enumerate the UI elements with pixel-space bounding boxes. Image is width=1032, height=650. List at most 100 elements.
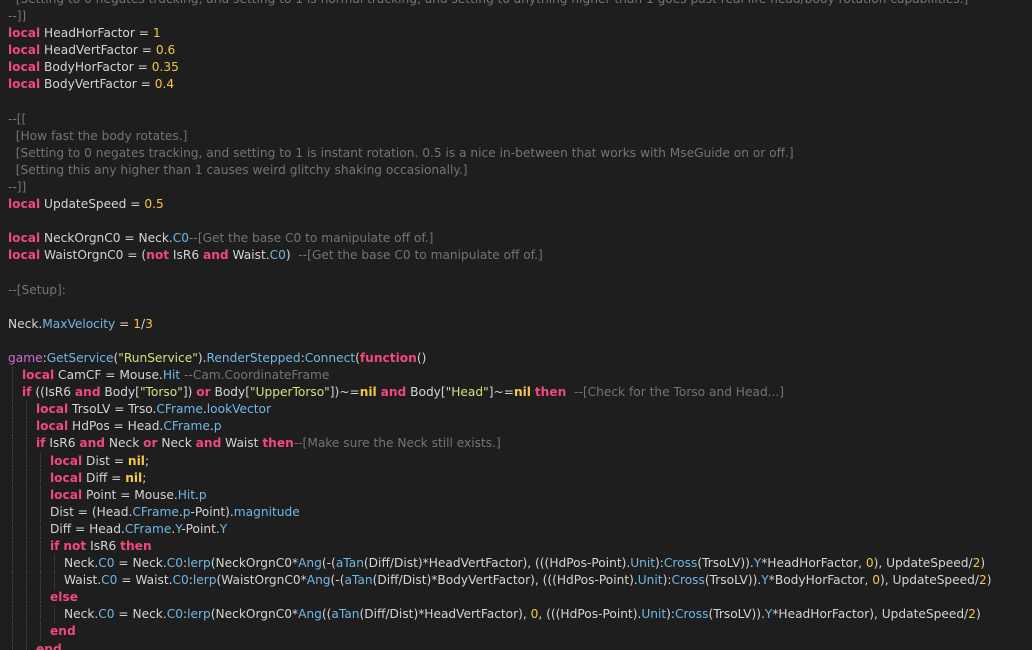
code-token: (WaistOrgnC0* xyxy=(216,573,307,588)
code-line[interactable]: [How fast the body rotates.] xyxy=(0,128,1032,145)
code-line[interactable]: local Point = Mouse.Hit.p xyxy=(0,486,1032,504)
code-line[interactable]: Dist = (Head.CFrame.p-Point).magnitude xyxy=(0,503,1032,521)
code-line[interactable]: if IsR6 and Neck or Neck and Waist then-… xyxy=(0,435,1032,453)
indent-guide xyxy=(26,589,27,607)
indent-guide xyxy=(12,538,13,556)
code-token: C0 xyxy=(269,248,286,263)
code-token: local xyxy=(36,419,69,434)
indent-guide xyxy=(26,606,27,624)
code-line[interactable]: local WaistOrgnC0 = (not IsR6 and Waist.… xyxy=(0,247,1032,264)
code-line[interactable] xyxy=(0,94,1032,111)
code-token: --[Get the base C0 to manipulate off of.… xyxy=(298,248,543,263)
indent-guide xyxy=(26,418,27,436)
code-line[interactable]: Diff = Head.CFrame.Y-Point.Y xyxy=(0,520,1032,538)
indent-guide xyxy=(40,572,41,590)
code-token: "Torso" xyxy=(139,385,183,400)
code-token: C0 xyxy=(98,556,115,571)
indent-guide xyxy=(40,452,41,470)
code-token: = xyxy=(115,316,134,331)
code-line[interactable] xyxy=(0,265,1032,282)
code-line[interactable]: local NeckOrgnC0 = Neck.C0--[Get the bas… xyxy=(0,230,1032,247)
code-line[interactable]: local HeadHorFactor = 1 xyxy=(0,25,1032,42)
code-token: local xyxy=(8,77,41,92)
indent-guide xyxy=(40,503,41,521)
code-token: Ang xyxy=(306,573,331,588)
indent-guide xyxy=(12,606,13,624)
code-line[interactable]: Neck.C0 = Neck.C0:lerp(NeckOrgnC0*Ang((a… xyxy=(0,606,1032,624)
code-token: HeadHorFactor = xyxy=(40,26,153,41)
code-line[interactable]: --]] xyxy=(0,8,1032,25)
code-token: ]) xyxy=(182,385,197,400)
code-line[interactable] xyxy=(0,333,1032,350)
code-token: Dist = (Head. xyxy=(50,504,133,519)
code-line[interactable]: Neck.C0 = Neck.C0:lerp(NeckOrgnC0*Ang(-(… xyxy=(0,555,1032,573)
code-token: IsR6 xyxy=(86,539,121,553)
code-line[interactable] xyxy=(0,299,1032,316)
code-token: ]~= xyxy=(488,385,514,400)
code-line[interactable]: local HeadVertFactor = 0.6 xyxy=(0,42,1032,59)
code-token: nil xyxy=(125,470,143,485)
indent-guide xyxy=(40,486,41,504)
code-token: --[Get the base C0 to manipulate off of.… xyxy=(189,231,434,246)
code-line[interactable]: local CamCF = Mouse.Hit --Cam.Coordinate… xyxy=(0,367,1032,385)
code-line[interactable] xyxy=(0,213,1032,230)
code-token: lookVector xyxy=(206,402,271,417)
code-line[interactable]: local UpdateSpeed = 0.5 xyxy=(0,196,1032,213)
code-token: Y xyxy=(219,521,228,536)
code-editor[interactable]: [Setting to 0 negates tracking, and sett… xyxy=(0,0,1032,650)
code-line[interactable]: [Setting to 0 negates tracking, and sett… xyxy=(0,145,1032,162)
code-token: Body[ xyxy=(406,385,446,400)
code-token: --]] xyxy=(8,9,27,24)
code-token: Point = Mouse. xyxy=(82,487,178,502)
indent-guide xyxy=(12,401,13,419)
code-token: C0 xyxy=(172,231,190,246)
code-line[interactable]: --[Setup]: xyxy=(0,282,1032,299)
code-line[interactable]: local TrsoLV = Trso.CFrame.lookVector xyxy=(0,401,1032,419)
code-line[interactable]: local HdPos = Head.CFrame.p xyxy=(0,418,1032,436)
code-token: Ang xyxy=(298,607,322,622)
code-token: aTan xyxy=(344,573,373,588)
code-line[interactable]: local Diff = nil; xyxy=(0,469,1032,487)
code-token: (Diff/Dist)*BodyVertFactor), (((HdPos-Po… xyxy=(372,573,638,588)
code-line[interactable]: game:GetService("RunService").RenderStep… xyxy=(0,350,1032,367)
indent-guide xyxy=(40,623,41,641)
indent-guide xyxy=(26,503,27,521)
code-line[interactable]: Neck.MaxVelocity = 1/3 xyxy=(0,316,1032,333)
code-token: "Head" xyxy=(445,385,489,400)
code-token: (TrsoLV)). xyxy=(697,556,754,571)
code-token: then xyxy=(262,436,294,451)
code-token: (NeckOrgnC0* xyxy=(210,556,299,571)
code-token: Diff = xyxy=(82,470,126,485)
code-token: MaxVelocity xyxy=(42,316,116,331)
code-token: local xyxy=(36,402,69,417)
code-line[interactable]: --]] xyxy=(0,179,1032,196)
code-line[interactable]: [Setting to 0 negates tracking, and sett… xyxy=(0,0,1032,8)
code-token: ): xyxy=(666,607,676,622)
code-token: --[Check for the Torso and Head...] xyxy=(574,385,785,400)
code-line[interactable]: [Setting this any higher than 1 causes w… xyxy=(0,162,1032,179)
code-token: Hit xyxy=(177,487,196,502)
code-line[interactable]: Waist.C0 = Waist.C0:lerp(WaistOrgnC0*Ang… xyxy=(0,572,1032,590)
indent-guide xyxy=(26,435,27,453)
code-line[interactable]: local BodyHorFactor = 0.35 xyxy=(0,59,1032,76)
code-line[interactable]: local Dist = nil; xyxy=(0,452,1032,470)
code-token: 0.35 xyxy=(151,60,179,75)
code-line[interactable]: if not IsR6 then xyxy=(0,538,1032,556)
code-line[interactable]: if ((IsR6 and Body["Torso"]) or Body["Up… xyxy=(0,384,1032,402)
indent-guide xyxy=(40,538,41,556)
code-line[interactable]: end xyxy=(0,623,1032,641)
code-line[interactable]: local BodyVertFactor = 0.4 xyxy=(0,76,1032,93)
code-line[interactable]: --[[ xyxy=(0,111,1032,128)
indent-guide xyxy=(12,486,13,504)
code-token: TrsoLV = Trso. xyxy=(68,402,157,417)
code-line[interactable]: else xyxy=(0,589,1032,607)
code-line[interactable]: end xyxy=(0,640,1032,650)
code-token: WaistOrgnC0 = ( xyxy=(40,248,147,263)
code-token: HeadVertFactor = xyxy=(40,43,156,58)
code-token: Connect xyxy=(304,350,356,365)
indent-guide xyxy=(12,572,13,590)
code-token: lerp xyxy=(187,607,211,622)
indent-guide xyxy=(12,452,13,470)
code-token: nil xyxy=(359,385,377,400)
code-token: end xyxy=(50,624,76,639)
